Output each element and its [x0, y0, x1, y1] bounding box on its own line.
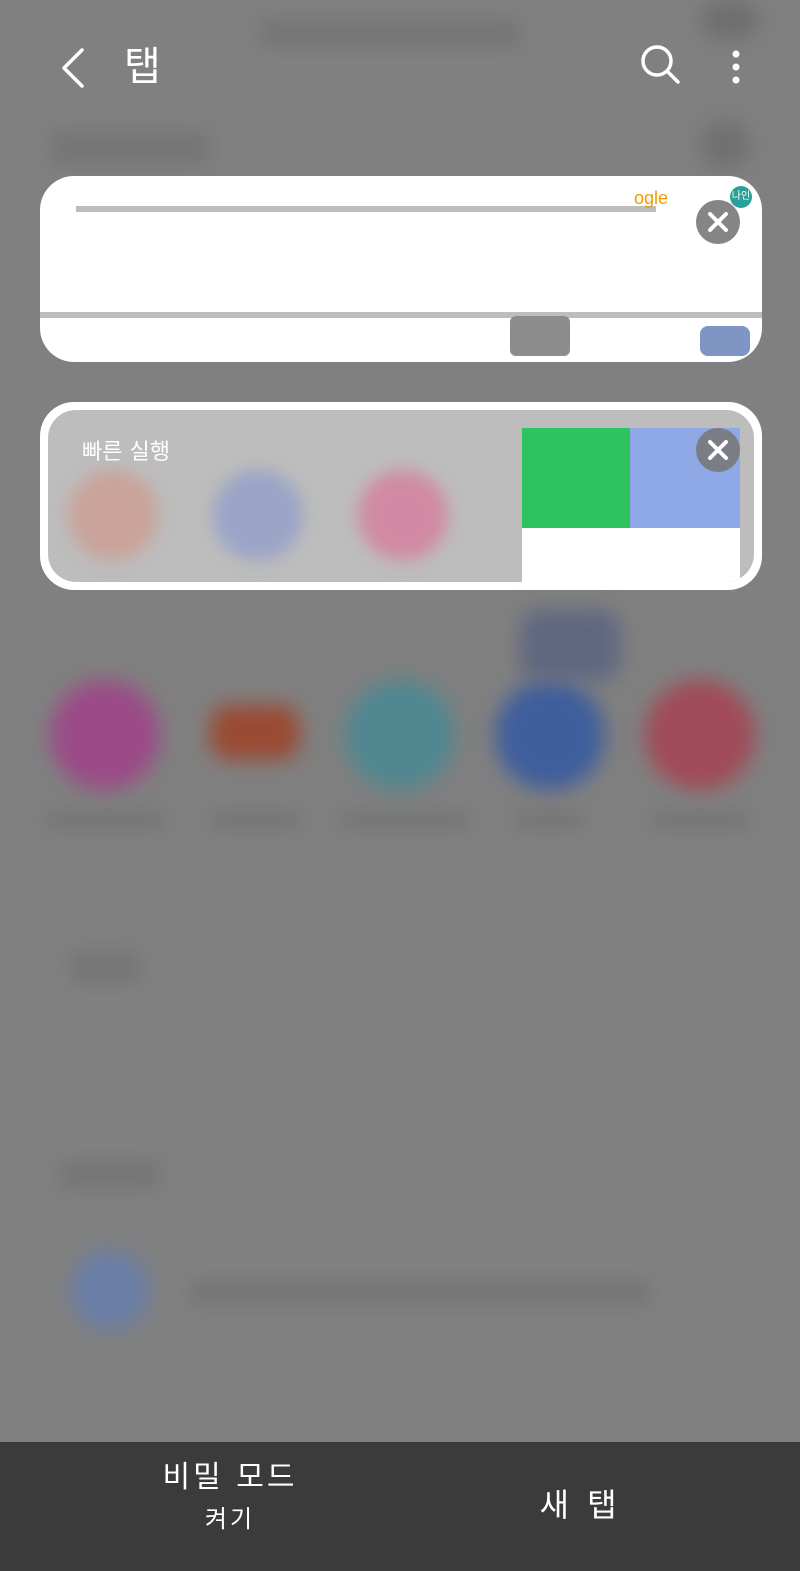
- secret-mode-button[interactable]: 비밀 모드 켜기: [130, 1456, 330, 1538]
- back-arrow-icon[interactable]: [52, 40, 96, 96]
- close-icon: [708, 212, 728, 232]
- tab-label: 빠른 실행: [82, 440, 170, 465]
- quick-app-icon: [68, 470, 158, 560]
- thumbnail-white-block: [522, 528, 740, 582]
- more-vertical-icon[interactable]: [716, 40, 756, 96]
- tab-card-google[interactable]: ogle 나인: [40, 176, 762, 362]
- google-logo-text: ogle: [634, 188, 669, 208]
- close-icon: [708, 440, 728, 460]
- app-header: 탭: [0, 0, 800, 130]
- bottom-toolbar: 비밀 모드 켜기 새 탭: [0, 1442, 800, 1571]
- thumbnail-bottom-line: [40, 312, 762, 318]
- close-tab-button[interactable]: [696, 428, 740, 472]
- thumbnail-gray-shape: [510, 316, 570, 356]
- search-icon[interactable]: [636, 40, 686, 90]
- quick-app-icon: [358, 470, 448, 560]
- close-tab-button[interactable]: [696, 200, 740, 244]
- new-tab-button[interactable]: 새 탭: [500, 1480, 660, 1526]
- thumbnail-top-line: [76, 206, 656, 212]
- quick-app-icon: [213, 470, 303, 560]
- secret-mode-sublabel: 켜기: [204, 1505, 256, 1533]
- thumbnail-blue-shape: [700, 326, 750, 356]
- tab-thumbnail: 빠른 실행: [48, 410, 754, 582]
- secret-mode-label: 비밀 모드: [162, 1460, 298, 1495]
- thumbnail-green-block: [522, 428, 630, 528]
- page-title: 탭: [124, 44, 162, 90]
- tab-card-quick-launch[interactable]: 빠른 실행: [40, 402, 762, 590]
